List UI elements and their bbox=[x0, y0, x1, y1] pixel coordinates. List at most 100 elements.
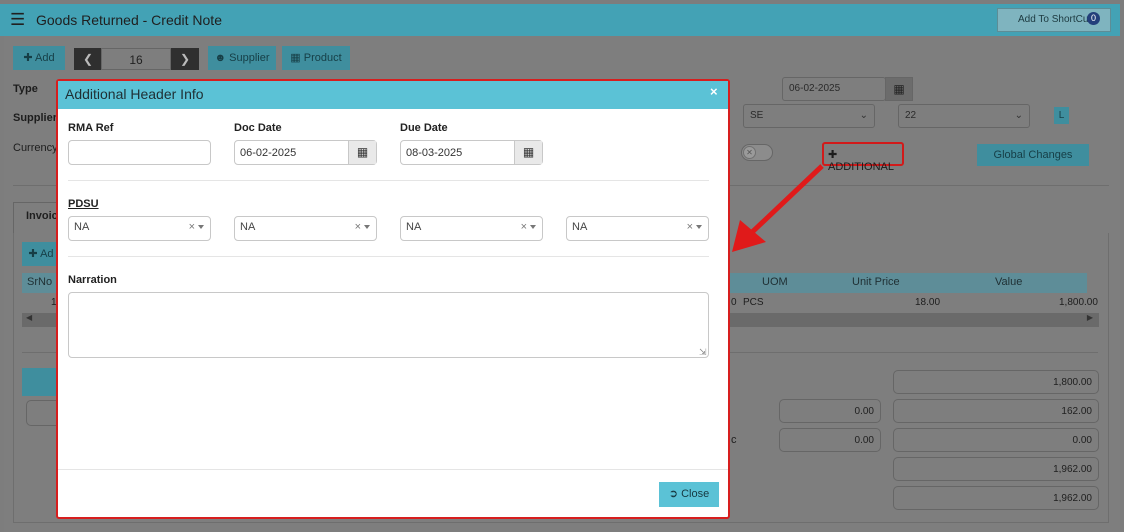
caret-down-icon bbox=[198, 225, 204, 229]
close-label: Close bbox=[681, 488, 710, 500]
rma-ref-input[interactable] bbox=[68, 140, 211, 165]
divider bbox=[68, 180, 709, 181]
select-se-value: SE bbox=[750, 110, 764, 121]
cell-unit-price: 18.00 bbox=[915, 297, 941, 308]
modal-title: Additional Header Info bbox=[65, 86, 204, 102]
sign-out-icon: ➲ bbox=[668, 488, 679, 500]
product-label: Product bbox=[303, 52, 342, 64]
global-changes-button[interactable]: Global Changes bbox=[977, 144, 1089, 166]
due-date-value: 08-03-2025 bbox=[406, 147, 463, 159]
pdsu-select-1-value: NA bbox=[74, 221, 90, 233]
column-header-srno[interactable]: SrNo bbox=[22, 273, 58, 293]
horizontal-scrollbar-left[interactable]: ◀ bbox=[22, 313, 58, 327]
annotation-arrow-icon bbox=[732, 164, 824, 252]
supplier-field-label: Supplier bbox=[13, 112, 58, 124]
chevron-down-icon: ⌄ bbox=[859, 110, 868, 121]
gift-icon: ▦ bbox=[290, 52, 301, 64]
cell-value: 1,800.00 bbox=[1059, 297, 1098, 308]
currency-label: Currency bbox=[13, 142, 58, 154]
doc-date-label: Doc Date bbox=[234, 122, 282, 134]
l-badge[interactable]: L bbox=[1054, 107, 1069, 124]
user-icon: ☻ bbox=[214, 52, 227, 64]
resize-handle-icon[interactable]: ⇲ bbox=[699, 347, 707, 358]
select-22-value: 22 bbox=[905, 110, 917, 121]
additional-label: ADDITIONAL bbox=[828, 161, 895, 173]
next-record-button[interactable]: ❯ bbox=[171, 48, 199, 70]
shortcut-count-badge: 0 bbox=[1087, 12, 1100, 25]
add-label: Add bbox=[35, 52, 55, 64]
total-charges: 0.00 bbox=[893, 428, 1099, 452]
caret-down-icon bbox=[364, 225, 370, 229]
caret-down-icon bbox=[530, 225, 536, 229]
total-net: 1,962.00 bbox=[893, 457, 1099, 481]
clear-icon[interactable]: × bbox=[189, 221, 195, 233]
column-header-uom[interactable]: UOM bbox=[762, 276, 788, 288]
calendar-icon[interactable]: ▦ bbox=[885, 77, 913, 101]
pdsu-label: PDSU bbox=[68, 198, 99, 210]
narration-textarea[interactable] bbox=[68, 292, 709, 358]
chevron-left-icon: ❮ bbox=[82, 52, 94, 66]
total-payable: 1,962.00 bbox=[893, 486, 1099, 510]
column-header-value[interactable]: Value bbox=[995, 276, 1022, 288]
add-row-label: Ad bbox=[40, 248, 54, 260]
close-button[interactable]: ➲ Close bbox=[659, 482, 719, 507]
pdsu-select-2-value: NA bbox=[240, 221, 256, 233]
previous-record-button[interactable]: ❮ bbox=[74, 48, 102, 70]
due-date-field[interactable]: 08-03-2025 ▦ bbox=[400, 140, 543, 165]
cell-qty-tail: 0 bbox=[731, 297, 737, 308]
modal-header: Additional Header Info × bbox=[58, 81, 728, 109]
supplier-button[interactable]: ☻ Supplier bbox=[208, 46, 276, 70]
column-header-unit-price[interactable]: Unit Price bbox=[852, 276, 900, 288]
due-date-label: Due Date bbox=[400, 122, 448, 134]
chevron-down-icon: ⌄ bbox=[1014, 110, 1023, 121]
tab-invoice[interactable]: Invoic bbox=[13, 202, 61, 234]
modal-footer-divider bbox=[58, 469, 728, 470]
pdsu-select-3-value: NA bbox=[406, 221, 422, 233]
product-button[interactable]: ▦ Product bbox=[282, 46, 350, 70]
add-row-button[interactable]: ✚ Ad bbox=[22, 242, 60, 266]
grid-header-right: UOM Unit Price Value bbox=[729, 273, 1087, 293]
discount-input[interactable]: 0.00 bbox=[779, 399, 881, 423]
scroll-right-icon: ▶ bbox=[1086, 313, 1093, 322]
chevron-right-icon: ❯ bbox=[179, 52, 191, 66]
narration-label: Narration bbox=[68, 274, 117, 286]
close-icon[interactable]: × bbox=[710, 84, 718, 99]
horizontal-scrollbar-right[interactable]: ▶ bbox=[729, 313, 1099, 327]
record-number[interactable]: 16 bbox=[101, 48, 171, 70]
plus-icon: ✚ bbox=[23, 52, 33, 64]
doc-date-value: 06-02-2025 bbox=[240, 147, 297, 159]
charges-label-fragment: c bbox=[731, 434, 737, 446]
pdsu-select-3[interactable]: NA × bbox=[400, 216, 543, 241]
select-se[interactable]: SE ⌄ bbox=[743, 104, 875, 128]
add-to-shortcut-button[interactable]: Add To ShortCut 0 bbox=[997, 8, 1111, 32]
date-field[interactable]: 06-02-2025 bbox=[782, 77, 886, 101]
tab-invoice-label: Invoic bbox=[26, 210, 58, 222]
clear-icon[interactable]: × bbox=[687, 221, 693, 233]
pdsu-select-2[interactable]: NA × bbox=[234, 216, 377, 241]
calendar-icon[interactable]: ▦ bbox=[348, 141, 376, 164]
calendar-icon[interactable]: ▦ bbox=[514, 141, 542, 164]
select-22[interactable]: 22 ⌄ bbox=[898, 104, 1030, 128]
caret-down-icon bbox=[696, 225, 702, 229]
page-title: Goods Returned - Credit Note bbox=[36, 12, 222, 28]
additional-button[interactable]: ✚ ADDITIONAL bbox=[822, 142, 904, 173]
charges-input[interactable]: 0.00 bbox=[779, 428, 881, 452]
plus-icon: ✚ bbox=[28, 248, 38, 260]
pdsu-select-1[interactable]: NA × bbox=[68, 216, 211, 241]
app-header-bar: ☰ Goods Returned - Credit Note bbox=[0, 4, 1120, 36]
pdsu-select-4[interactable]: NA × bbox=[566, 216, 709, 241]
divider bbox=[68, 256, 709, 257]
doc-date-field[interactable]: 06-02-2025 ▦ bbox=[234, 140, 377, 165]
scroll-left-icon: ◀ bbox=[26, 313, 33, 322]
clear-icon[interactable]: × bbox=[355, 221, 361, 233]
additional-header-info-modal: Additional Header Info × RMA Ref Doc Dat… bbox=[56, 79, 730, 519]
shortcut-label: Add To ShortCut bbox=[1018, 14, 1092, 25]
cell-uom: PCS bbox=[743, 297, 764, 308]
toggle-switch[interactable]: ✕ bbox=[741, 144, 773, 161]
hamburger-menu-icon[interactable]: ☰ bbox=[10, 10, 25, 30]
rma-ref-label: RMA Ref bbox=[68, 122, 114, 134]
add-button[interactable]: ✚ Add bbox=[13, 46, 65, 70]
toggle-knob-icon: ✕ bbox=[743, 146, 756, 159]
clear-icon[interactable]: × bbox=[521, 221, 527, 233]
supplier-label: Supplier bbox=[229, 52, 270, 64]
